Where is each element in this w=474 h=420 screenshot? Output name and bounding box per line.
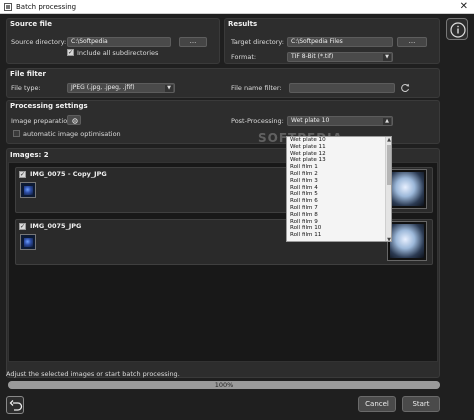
post-processing-select[interactable]: Wet plate 10 ▲ <box>287 116 393 126</box>
refresh-button[interactable] <box>399 82 411 94</box>
automatic-optimisation-checkbox[interactable] <box>13 130 20 137</box>
file-type-select[interactable]: JPEG (.jpg, .jpeg, .jfif) ▼ <box>67 83 175 93</box>
cancel-button[interactable]: Cancel <box>358 396 396 412</box>
chevron-down-icon: ▼ <box>165 85 173 92</box>
image-name: IMG_0075_JPG <box>30 222 82 230</box>
source-directory-field[interactable]: C:\Softpedia <box>67 37 171 47</box>
image-thumbnail <box>20 182 36 198</box>
images-title: Images: 2 <box>10 151 49 159</box>
source-file-title: Source file <box>10 20 52 28</box>
image-name: IMG_0075 - Copy_JPG <box>30 170 107 178</box>
format-select[interactable]: TIF 8-Bit (*.tif) ▼ <box>287 52 393 62</box>
post-processing-label: Post-Processing: <box>231 117 284 125</box>
image-thumbnail <box>20 234 36 250</box>
automatic-optimisation-label: automatic image optimisation <box>23 130 121 138</box>
file-type-select-value: JPEG (.jpg, .jpeg, .jfif) <box>71 84 135 91</box>
post-processing-dropdown[interactable]: Wet plate 10 Wet plate 11 Wet plate 12 Wet … <box>286 136 392 242</box>
dropdown-option[interactable]: Wet plate 11 <box>287 144 391 151</box>
dropdown-scrollbar[interactable]: ▲ ▼ <box>385 137 391 241</box>
image-preview <box>387 169 427 209</box>
dropdown-option[interactable]: Roll film 9 <box>287 219 391 226</box>
close-icon[interactable]: ✕ <box>460 1 468 12</box>
scroll-thumb[interactable] <box>387 145 391 185</box>
chevron-up-icon: ▲ <box>383 118 391 125</box>
gear-icon <box>72 118 78 124</box>
app-icon <box>4 2 12 11</box>
scroll-down-icon[interactable]: ▼ <box>386 237 391 241</box>
info-icon <box>450 22 466 38</box>
processing-settings-title: Processing settings <box>10 102 88 110</box>
dropdown-option[interactable]: Roll film 11 <box>287 232 391 239</box>
dropdown-option[interactable]: Roll film 2 <box>287 171 391 178</box>
format-select-value: TIF 8-Bit (*.tif) <box>291 53 334 60</box>
dropdown-option[interactable]: Roll film 3 <box>287 178 391 185</box>
image-checkbox[interactable]: ✓ <box>19 223 26 230</box>
image-preparation-settings-button[interactable] <box>67 115 81 125</box>
dropdown-option[interactable]: Roll film 4 <box>287 185 391 192</box>
dropdown-option[interactable]: Roll film 10 <box>287 225 391 232</box>
info-button[interactable] <box>446 18 468 40</box>
file-name-filter-input[interactable] <box>289 83 395 93</box>
target-directory-field[interactable]: C:\Softpedia Files <box>287 37 393 47</box>
post-processing-select-value: Wet plate 10 <box>291 117 330 124</box>
dropdown-option[interactable]: Wet plate 10 <box>287 137 391 144</box>
dropdown-option[interactable]: Roll film 6 <box>287 198 391 205</box>
batch-processing-dialog: Source file Source directory: C:\Softped… <box>0 14 474 420</box>
progress-bar: 100% <box>8 381 440 389</box>
dropdown-option[interactable]: Roll film 7 <box>287 205 391 212</box>
target-directory-label: Target directory: <box>231 38 284 46</box>
file-type-label: File type: <box>11 84 41 92</box>
title-bar: Batch processing ✕ <box>0 0 474 14</box>
scroll-up-icon[interactable]: ▲ <box>386 137 391 143</box>
include-subdirectories-checkbox[interactable]: ✓ <box>67 49 74 56</box>
chevron-down-icon: ▼ <box>383 54 391 61</box>
dropdown-option[interactable]: Wet plate 12 <box>287 151 391 158</box>
results-panel: Results Target directory: C:\Softpedia F… <box>224 18 440 64</box>
window-title: Batch processing <box>16 2 77 11</box>
dropdown-option[interactable]: Wet plate 13 <box>287 157 391 164</box>
include-subdirectories-label: Include all subdirectories <box>77 49 159 57</box>
target-browse-button[interactable]: ... <box>397 37 427 47</box>
format-label: Format: <box>231 53 257 61</box>
image-preparation-label: Image preparation: <box>11 117 74 125</box>
start-button[interactable]: Start <box>402 396 440 412</box>
file-filter-panel: File filter File type: JPEG (.jpg, .jpeg… <box>6 68 440 98</box>
undo-icon <box>9 400 23 411</box>
file-filter-title: File filter <box>10 70 46 78</box>
source-directory-label: Source directory: <box>11 38 67 46</box>
results-title: Results <box>228 20 258 28</box>
source-file-panel: Source file Source directory: C:\Softped… <box>6 18 220 64</box>
dropdown-option[interactable]: Roll film 1 <box>287 164 391 171</box>
image-preview <box>387 221 427 261</box>
dropdown-option[interactable]: Roll film 5 <box>287 191 391 198</box>
post-processing-options: Wet plate 10 Wet plate 11 Wet plate 12 Wet … <box>287 137 391 239</box>
source-browse-button[interactable]: ... <box>179 37 207 47</box>
dropdown-option[interactable]: Roll film 8 <box>287 212 391 219</box>
file-name-filter-label: File name filter: <box>231 84 282 92</box>
progress-label: 100% <box>214 381 234 389</box>
undo-button[interactable] <box>6 396 24 414</box>
status-message: Adjust the selected images or start batc… <box>6 370 180 378</box>
refresh-icon <box>401 83 410 93</box>
image-checkbox[interactable]: ✓ <box>19 171 26 178</box>
